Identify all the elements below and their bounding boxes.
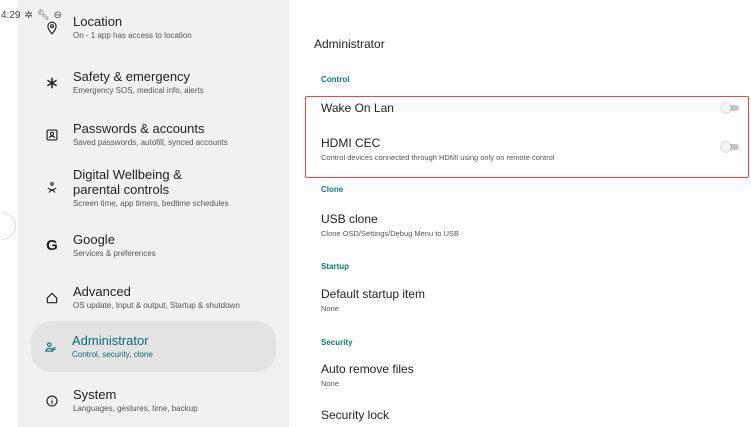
account-box-icon — [32, 128, 72, 142]
wrench-icon: 🔧︎ — [36, 9, 50, 21]
pref-subtitle: None — [321, 304, 339, 313]
pref-title: Auto remove files — [321, 362, 414, 376]
section-header-control: Control — [321, 75, 350, 84]
pref-title: HDMI CEC — [321, 136, 381, 150]
sidebar-item-title: Advanced — [73, 284, 131, 299]
admin-people-icon — [31, 340, 71, 354]
sidebar-item-title: System — [73, 387, 117, 402]
sidebar-item-subtitle: OS update, Input & output, Startup & shu… — [73, 301, 240, 310]
back-gesture-handle[interactable] — [2, 212, 16, 240]
sidebar-item-title: Administrator — [72, 333, 149, 348]
section-header-clone: Clone — [321, 185, 344, 194]
toggle-thumb — [721, 142, 731, 152]
toggle-thumb — [721, 103, 731, 113]
info-icon — [32, 394, 72, 408]
pref-usb-clone[interactable]: USB clone Clone OSD/Settings/Debug Menu … — [321, 212, 741, 239]
sidebar-item-administrator[interactable]: Administrator Control, security, clone — [31, 321, 276, 372]
sidebar-item-title: Google — [73, 232, 115, 247]
pref-wake-on-lan[interactable]: Wake On Lan — [321, 101, 741, 115]
sidebar-item-passwords[interactable]: Passwords & accounts Saved passwords, au… — [32, 121, 275, 148]
pref-auto-remove-files[interactable]: Auto remove files None — [321, 362, 741, 389]
sidebar-item-subtitle: On - 1 app has access to location — [73, 31, 192, 40]
hdmi-cec-toggle[interactable] — [721, 142, 739, 152]
pref-subtitle: None — [321, 379, 339, 388]
settings-sidebar: Location On - 1 app has access to locati… — [18, 0, 289, 427]
sidebar-item-title: Digital Wellbeing & parental controls — [73, 167, 182, 197]
pref-title: Wake On Lan — [321, 101, 394, 115]
sidebar-item-subtitle: Emergency SOS, medical info, alerts — [73, 86, 204, 95]
pref-hdmi-cec[interactable]: HDMI CEC Control devices connected throu… — [321, 136, 741, 163]
google-g-icon: G — [46, 237, 58, 254]
sidebar-item-title: Passwords & accounts — [73, 121, 205, 136]
sidebar-item-subtitle: Screen time, app timers, bedtime schedul… — [73, 199, 229, 208]
outer-margin — [0, 0, 18, 427]
wake-on-lan-toggle[interactable] — [721, 103, 739, 113]
star-outline-icon — [32, 291, 72, 305]
location-pin-icon — [32, 21, 72, 35]
pref-title: USB clone — [321, 212, 378, 226]
wellbeing-icon — [32, 181, 72, 195]
sidebar-item-title: Safety & emergency — [73, 69, 191, 84]
sidebar-item-subtitle: Saved passwords, autofill, synced accoun… — [73, 138, 228, 147]
page-title: Administrator — [314, 37, 385, 51]
sidebar-item-system[interactable]: System Languages, gestures, time, backup — [32, 387, 275, 414]
pref-title: Default startup item — [321, 287, 426, 301]
sidebar-item-advanced[interactable]: Advanced OS update, Input & output, Star… — [32, 284, 275, 311]
pref-security-lock[interactable]: Security lock — [321, 408, 741, 422]
section-header-startup: Startup — [321, 262, 349, 271]
pref-title: Security lock — [321, 408, 390, 422]
gear-icon: ✲ — [24, 9, 33, 21]
data-saver-icon: ⊖ — [53, 9, 62, 21]
administrator-detail-pane: Administrator Control Wake On Lan HDMI C… — [289, 0, 751, 427]
pref-subtitle: Control devices connected through HDMI u… — [321, 153, 555, 162]
asterisk-icon — [32, 76, 72, 90]
sidebar-item-subtitle: Control, security, clone — [72, 350, 153, 359]
sidebar-item-google[interactable]: G Google Services & preferences — [32, 232, 275, 259]
status-time: 4:29 — [1, 10, 21, 21]
sidebar-item-subtitle: Services & preferences — [73, 249, 156, 258]
sidebar-item-digital-wellbeing[interactable]: Digital Wellbeing & parental controls Sc… — [32, 167, 232, 209]
section-header-security: Security — [321, 338, 353, 347]
pref-subtitle: Clone OSD/Settings/Debug Menu to USB — [321, 229, 459, 238]
status-bar: 4:29 ✲ 🔧︎ ⊖ — [0, 0, 751, 22]
pref-default-startup-item[interactable]: Default startup item None — [321, 287, 741, 314]
sidebar-item-safety[interactable]: Safety & emergency Emergency SOS, medica… — [32, 69, 275, 96]
sidebar-item-subtitle: Languages, gestures, time, backup — [73, 404, 198, 413]
